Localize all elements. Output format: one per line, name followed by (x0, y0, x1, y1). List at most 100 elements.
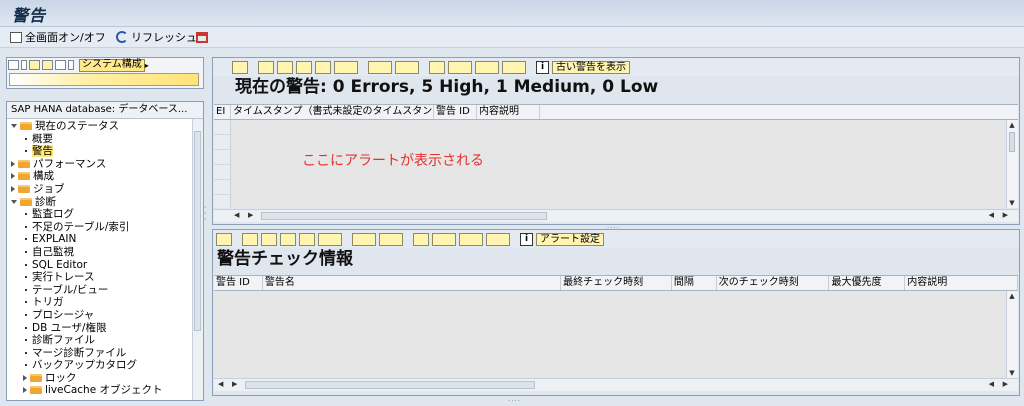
column-header[interactable]: 警告 ID (434, 105, 477, 119)
tree-item[interactable]: ジョブ (7, 183, 203, 196)
fullscreen-toggle-button[interactable]: 全画面オン/オフ (10, 30, 106, 44)
tree-item[interactable]: DB ユーザ/権限 (7, 322, 203, 335)
column-header[interactable]: 最終チェック時刻 (561, 276, 672, 290)
column-header[interactable]: 間隔 (672, 276, 717, 290)
sort-asc-icon[interactable] (258, 60, 274, 74)
details-icon[interactable] (216, 232, 232, 246)
details-icon[interactable] (232, 60, 248, 74)
alert-settings-button[interactable]: アラート設定 (536, 232, 604, 246)
grid-scroll-thumb[interactable] (1009, 132, 1015, 152)
column-header[interactable]: 内容説明 (905, 276, 1018, 290)
hscroll-thumb[interactable] (261, 212, 547, 220)
scroll-left-icon[interactable]: ◀ (989, 380, 994, 388)
system-config-button[interactable]: システム構成 (79, 58, 145, 72)
tree-item[interactable]: SQL Editor (7, 259, 203, 272)
scroll-left-icon[interactable]: ◀ (989, 211, 994, 219)
column-header[interactable]: 警告名 (263, 276, 562, 290)
print-icon[interactable] (413, 232, 429, 246)
tree-item[interactable]: バックアップカタログ (7, 359, 203, 372)
tree-item[interactable]: ロック (7, 372, 203, 385)
tree-item[interactable]: プロシージャ (7, 309, 203, 322)
find-icon[interactable] (296, 60, 312, 74)
org-structure-button[interactable] (196, 30, 208, 44)
layout-icon[interactable] (486, 232, 510, 246)
tree-scroll-thumb[interactable] (194, 131, 201, 331)
info-icon[interactable]: i (536, 60, 549, 74)
scroll-right-icon[interactable]: ▶ (1003, 211, 1008, 219)
filter-icon[interactable] (318, 232, 342, 246)
scroll-left-icon[interactable]: ◀ (218, 380, 223, 388)
info-icon[interactable]: i (520, 232, 533, 246)
scroll-right-icon[interactable]: ▶ (1003, 380, 1008, 388)
tree-item[interactable]: 自己監視 (7, 246, 203, 259)
scroll-right-icon[interactable]: ▶ (248, 211, 253, 219)
column-header[interactable]: 最大優先度 (829, 276, 906, 290)
export-icon[interactable] (459, 232, 483, 246)
tree-item[interactable]: 警告 (7, 145, 203, 158)
vertical-splitter[interactable]: · · · (204, 204, 208, 225)
tree-item[interactable]: 構成 (7, 170, 203, 183)
scroll-left-icon[interactable]: ◀ (234, 211, 239, 219)
refresh-button[interactable]: リフレッシュ (116, 30, 197, 44)
system-input[interactable] (9, 73, 199, 86)
views-icon[interactable] (432, 232, 456, 246)
chevron-down-icon[interactable] (11, 124, 17, 128)
current-alerts-hscroll[interactable]: ◀ ▶ ◀ ▶ (214, 209, 1018, 222)
tree-item[interactable]: 現在のステータス (7, 120, 203, 133)
export-icon[interactable] (475, 60, 499, 74)
scroll-right-icon[interactable]: ▶ (232, 380, 237, 388)
dropdown-icon[interactable] (68, 60, 74, 70)
chevron-down-icon[interactable] (11, 199, 17, 204)
tree-item[interactable]: EXPLAIN (7, 233, 203, 246)
tree-item[interactable]: マージ診断ファイル (7, 347, 203, 360)
collapse-icon[interactable] (29, 60, 40, 70)
layout-icon[interactable] (502, 60, 526, 74)
sort-desc-icon[interactable] (261, 232, 277, 246)
grid-scrollbar[interactable]: ▲ ▼ (1006, 291, 1018, 378)
subtotal-icon[interactable] (395, 60, 419, 74)
column-header[interactable]: 次のチェック時刻 (717, 276, 830, 290)
chevron-right-icon[interactable] (11, 173, 15, 180)
expand-all-icon[interactable] (42, 60, 53, 70)
print-icon[interactable] (429, 60, 445, 74)
expand-icon[interactable] (8, 60, 19, 70)
row-selector-column[interactable] (214, 120, 231, 210)
tree-item[interactable]: 診断ファイル (7, 334, 203, 347)
hscroll-thumb[interactable] (245, 381, 535, 389)
tree-item[interactable]: 実行トレース (7, 271, 203, 284)
chevron-right-icon[interactable] (11, 160, 15, 167)
sort-desc-icon[interactable] (277, 60, 293, 74)
print-icon[interactable] (55, 60, 66, 70)
find-next-icon[interactable] (299, 232, 315, 246)
column-header[interactable]: 警告 ID (214, 276, 263, 290)
tree-item[interactable]: トリガ (7, 296, 203, 309)
grid-scrollbar[interactable]: ▲ ▼ (1006, 120, 1018, 208)
scroll-down-icon[interactable]: ▼ (1008, 369, 1016, 377)
sort-asc-icon[interactable] (242, 232, 258, 246)
sum-icon[interactable] (368, 60, 392, 74)
tree-item[interactable]: 診断 (7, 196, 203, 209)
views-icon[interactable] (448, 60, 472, 74)
chevron-right-icon[interactable] (23, 387, 27, 394)
tree-item[interactable]: liveCache オブジェクト (7, 384, 203, 397)
find-next-icon[interactable] (315, 60, 331, 74)
dropdown-icon[interactable] (21, 60, 27, 70)
scroll-up-icon[interactable]: ▲ (1008, 121, 1016, 129)
subtotal-icon[interactable] (379, 232, 403, 246)
sum-icon[interactable] (352, 232, 376, 246)
chevron-right-icon[interactable] (11, 185, 15, 192)
filter-icon[interactable] (334, 60, 358, 74)
column-header[interactable]: タイムスタンプ（書式未設定のタイムスタンプ） (231, 105, 434, 119)
tree-item[interactable]: テーブル/ビュー (7, 284, 203, 297)
tree-item[interactable]: 概要 (7, 133, 203, 146)
scroll-down-icon[interactable]: ▼ (1008, 199, 1016, 207)
find-icon[interactable] (280, 232, 296, 246)
tree-item[interactable]: 監査ログ (7, 208, 203, 221)
bottom-splitter[interactable]: ···· (508, 397, 521, 405)
chevron-right-icon[interactable]: ▸ (145, 61, 149, 70)
tree-item[interactable]: パフォーマンス (7, 158, 203, 171)
tree-item[interactable]: 不足のテーブル/索引 (7, 221, 203, 234)
chevron-right-icon[interactable] (23, 374, 27, 381)
column-header[interactable]: EI (214, 105, 231, 119)
show-old-alerts-button[interactable]: 古い警告を表示 (552, 60, 630, 74)
